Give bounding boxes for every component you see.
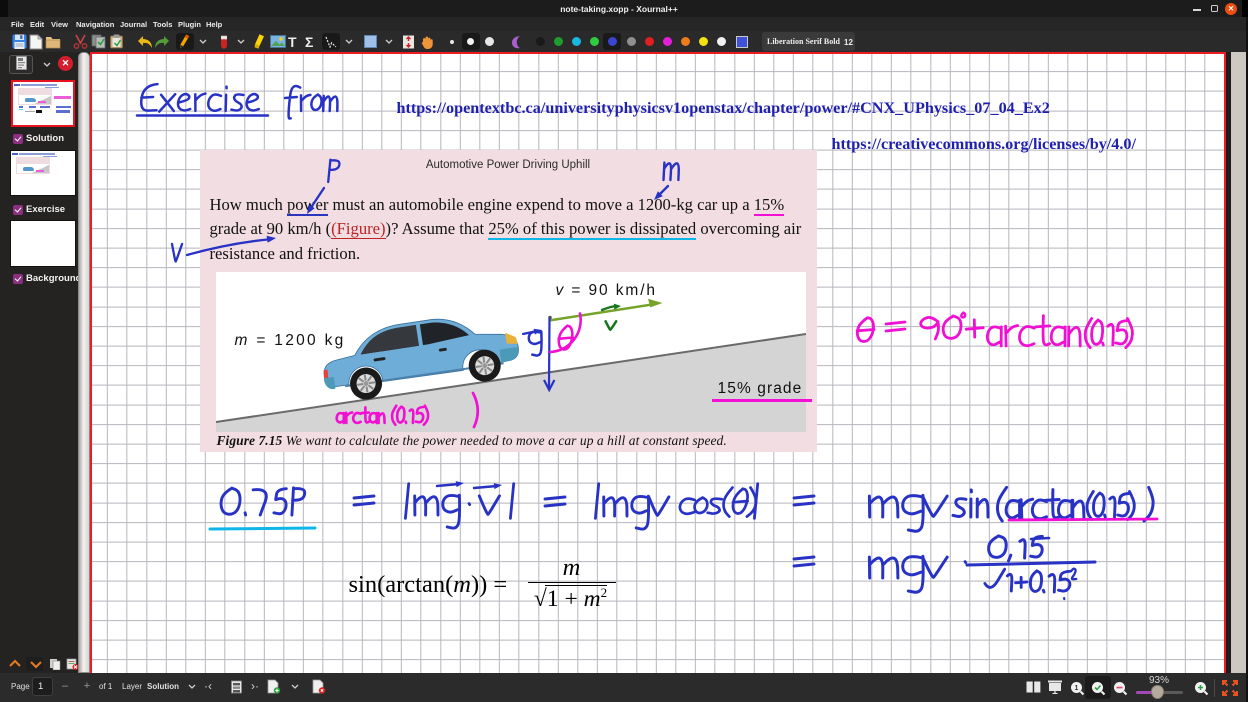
svg-text:1: 1 <box>1075 685 1079 692</box>
